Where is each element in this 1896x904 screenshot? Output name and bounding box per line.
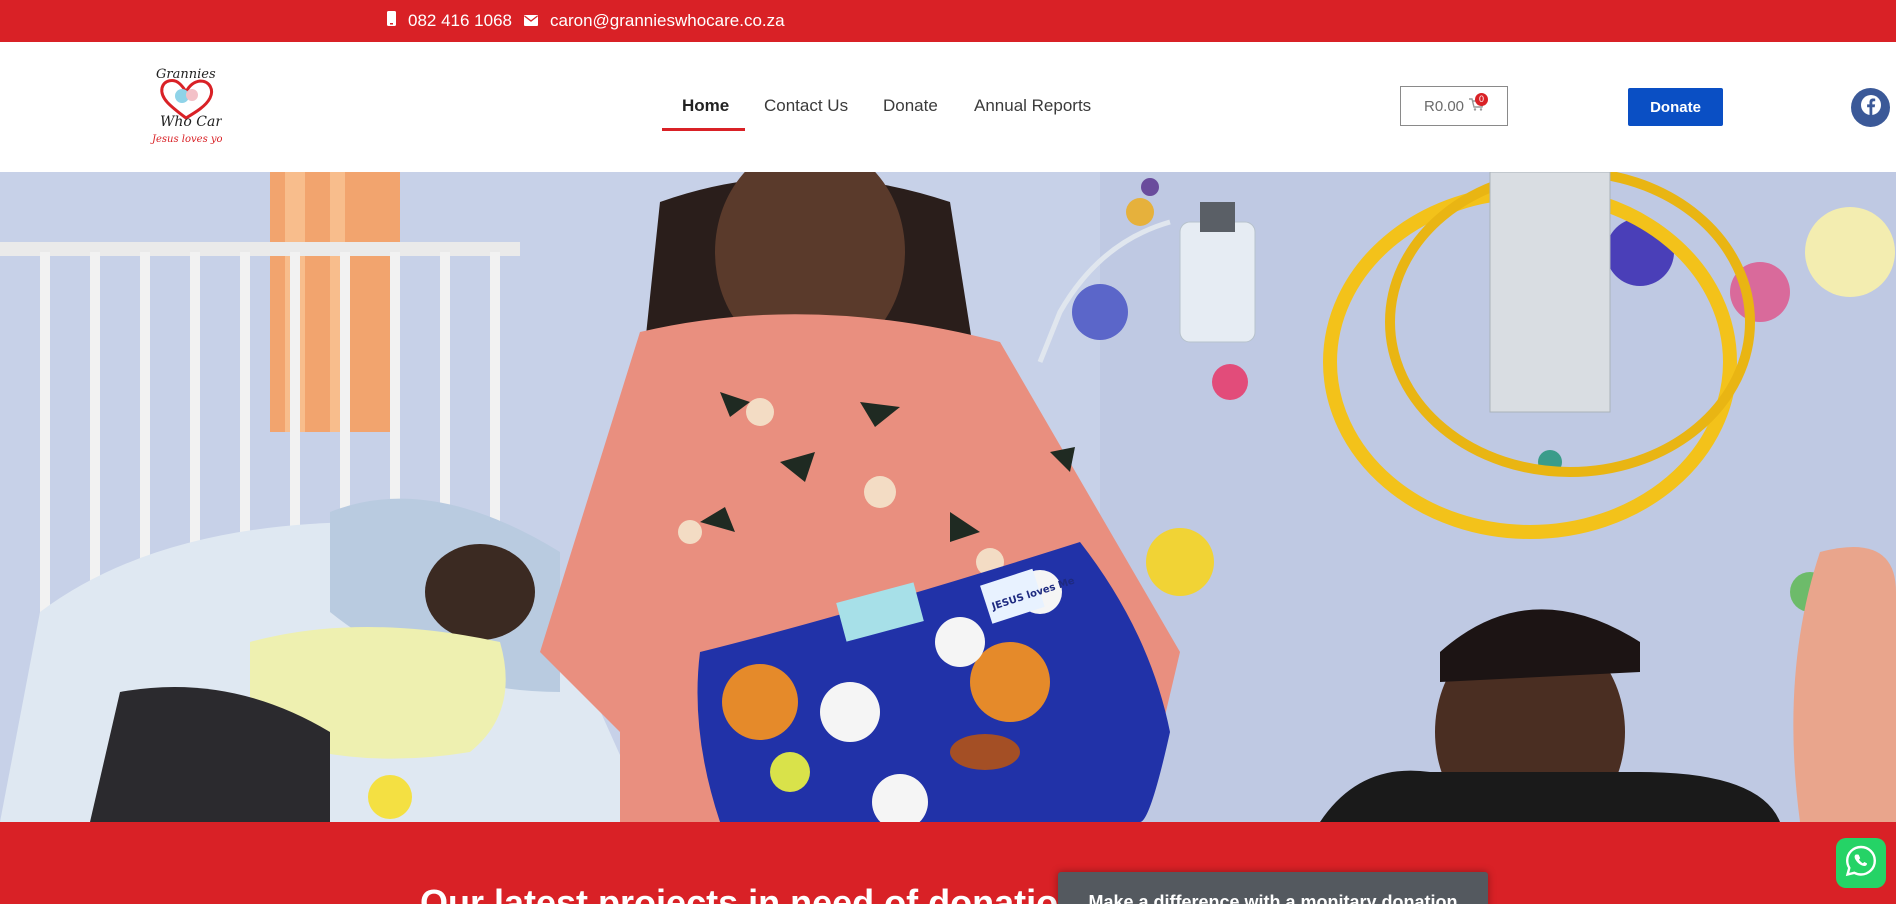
whatsapp-button[interactable] [1836,838,1886,888]
main-navigation: Home Contact Us Donate Annual Reports [0,42,1896,172]
top-contact-bar: 082 416 1068 caron@grannieswhocare.co.za [0,0,1896,42]
nav-item-annual-reports[interactable]: Annual Reports [974,96,1091,116]
nav-item-home[interactable]: Home [682,96,729,116]
projects-heading: Our latest projects in need of donations [420,882,1101,904]
header-donate-button[interactable]: Donate [1628,88,1723,126]
email-address: caron@grannieswhocare.co.za [550,11,785,30]
mobile-phone-icon [387,11,396,31]
cart-button[interactable]: R0.00 0 [1400,86,1508,126]
projects-section: Our latest projects in need of donations… [0,822,1896,904]
cart-count-badge: 0 [1475,93,1488,106]
monetary-donation-button[interactable]: Make a difference with a monitary donati… [1058,872,1488,904]
envelope-icon [524,11,538,31]
nav-item-donate[interactable]: Donate [883,96,938,116]
email-contact[interactable]: caron@grannieswhocare.co.za [524,0,785,42]
facebook-icon [1860,94,1882,121]
whatsapp-icon [1843,843,1879,884]
facebook-link[interactable] [1851,88,1890,127]
hero-image: JESUS loves Me [0,172,1896,822]
active-nav-indicator [662,128,745,131]
phone-contact[interactable]: 082 416 1068 [387,0,512,42]
cart-total: R0.00 [1423,97,1465,115]
phone-number: 082 416 1068 [408,11,512,30]
nav-item-contact-us[interactable]: Contact Us [764,96,848,116]
